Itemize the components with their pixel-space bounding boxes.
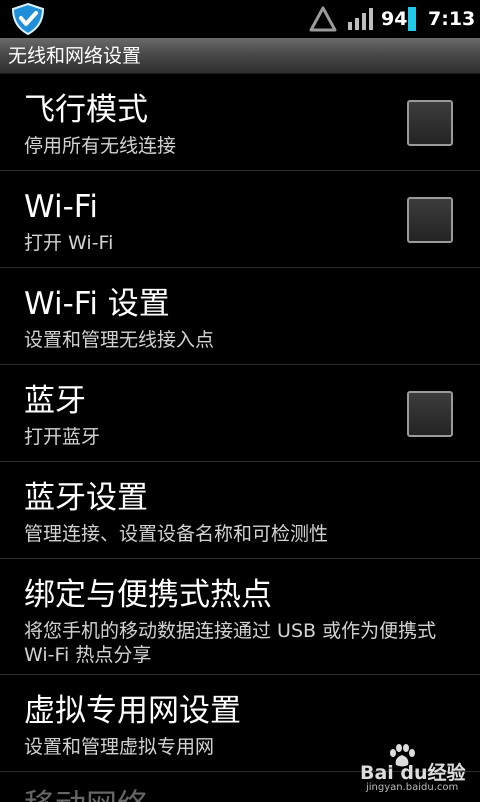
airplane-mode-checkbox[interactable] [407,100,453,146]
wifi-title: Wi-Fi [24,189,98,225]
airplane-mode-title: 飞行模式 [24,92,148,128]
bluetooth-summary: 打开蓝牙 [24,426,101,448]
baidu-jingyan-logo: Bai du经验 [360,762,466,784]
airplane-mode-summary: 停用所有无线连接 [24,135,177,157]
airplane-mode-item[interactable]: 飞行模式 停用所有无线连接 [0,74,480,171]
baidu-jingyan-watermark: Bai du经验 jingyan.baidu.com [360,744,470,794]
bluetooth-settings-summary: 管理连接、设置设备名称和可检测性 [24,523,329,545]
wifi-checkbox[interactable] [407,197,453,243]
bluetooth-settings-item[interactable]: 蓝牙设置 管理连接、设置设备名称和可检测性 [0,462,480,559]
wifi-summary: 打开 Wi-Fi [24,232,114,254]
vpn-settings-title: 虚拟专用网设置 [24,693,241,729]
page-title: 无线和网络设置 [8,45,142,67]
status-bar: 94 7:13 [0,0,480,38]
clock: 7:13 [428,8,476,30]
settings-list: 飞行模式 停用所有无线连接 Wi-Fi 打开 Wi-Fi Wi-Fi 设置 设置… [0,74,480,802]
warning-triangle-icon [309,6,337,32]
bluetooth-checkbox[interactable] [407,391,453,437]
wifi-settings-item[interactable]: Wi-Fi 设置 设置和管理无线接入点 [0,268,480,365]
bluetooth-item[interactable]: 蓝牙 打开蓝牙 [0,365,480,462]
bluetooth-title: 蓝牙 [24,383,86,419]
baidu-jingyan-url: jingyan.baidu.com [366,782,459,793]
tethering-hotspot-item[interactable]: 绑定与便携式热点 将您手机的移动数据连接通过 USB 或作为便携式 Wi-Fi … [0,559,480,675]
security-shield-icon [11,2,45,36]
tethering-hotspot-summary: 将您手机的移动数据连接通过 USB 或作为便携式 Wi-Fi 热点分享 [24,620,437,666]
title-bar: 无线和网络设置 [0,38,480,74]
wifi-item[interactable]: Wi-Fi 打开 Wi-Fi [0,171,480,268]
battery-icon [408,7,416,31]
signal-strength-icon [348,8,373,30]
battery-level-text: 94 [381,8,408,30]
wifi-settings-title: Wi-Fi 设置 [24,286,170,322]
wifi-settings-summary: 设置和管理无线接入点 [24,329,215,351]
bluetooth-settings-title: 蓝牙设置 [24,480,148,516]
tethering-hotspot-title: 绑定与便携式热点 [24,577,272,613]
